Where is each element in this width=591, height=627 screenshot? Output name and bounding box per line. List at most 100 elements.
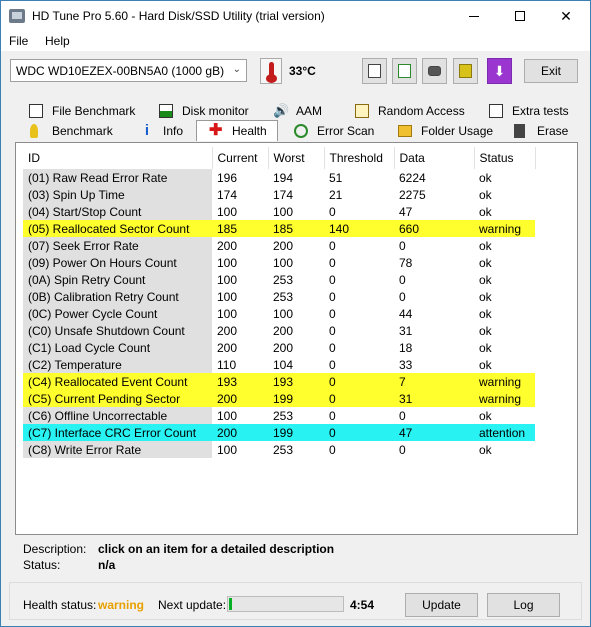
camera-icon: [428, 66, 441, 76]
cell-status: ok: [479, 204, 492, 219]
drive-select[interactable]: WDC WD10EZEX-00BN5A0 (1000 gB) ⌄: [10, 59, 247, 82]
cell-data: 33: [399, 357, 413, 372]
menu-file[interactable]: File: [9, 34, 28, 48]
table-row[interactable]: (C0) Unsafe Shutdown Count 200 200 0 31 ok: [23, 322, 535, 339]
tab-health[interactable]: ✚ Health: [196, 120, 278, 141]
copy-sheet-button[interactable]: [392, 58, 417, 84]
thermometer-icon: [260, 58, 282, 84]
table-row[interactable]: (05) Reallocated Sector Count 185 185 140 66…: [23, 220, 535, 237]
cell-status: ok: [479, 187, 492, 202]
table-row[interactable]: (03) Spin Up Time 174 174 21 2275 ok: [23, 186, 535, 203]
copy-sheet-icon: [398, 64, 411, 78]
cell-current: 100: [217, 306, 238, 321]
cell-worst: 100: [273, 306, 294, 321]
cell-worst: 104: [273, 357, 294, 372]
cell-data: 18: [399, 340, 413, 355]
app-window: HD Tune Pro 5.60 - Hard Disk/SSD Utility…: [0, 0, 591, 627]
column-header-current[interactable]: Current: [212, 147, 269, 169]
maximize-button[interactable]: [497, 1, 543, 31]
table-row[interactable]: (C5) Current Pending Sector 200 199 0 31 warn…: [23, 390, 535, 407]
cell-threshold: 0: [329, 306, 336, 321]
tab-erase[interactable]: Erase: [514, 121, 568, 141]
cell-current: 200: [212, 390, 268, 407]
tab-benchmark[interactable]: Benchmark: [30, 121, 113, 141]
table-row[interactable]: (04) Start/Stop Count 100 100 0 47 ok: [23, 203, 535, 220]
screenshot-button[interactable]: [422, 58, 447, 84]
cell-current: 193: [212, 373, 268, 390]
column-header-data[interactable]: Data: [394, 147, 475, 169]
speaker-icon: 🔊: [273, 103, 290, 118]
table-row[interactable]: (07) Seek Error Rate 200 200 0 0 ok: [23, 237, 535, 254]
cell-id: (C5) Current Pending Sector: [23, 390, 212, 407]
cell-threshold: 21: [329, 187, 343, 202]
cell-status: ok: [479, 442, 492, 457]
cell-id: (C4) Reallocated Event Count: [23, 373, 212, 390]
cell-status: ok: [479, 306, 492, 321]
cell-worst: 200: [273, 238, 294, 253]
column-header-threshold[interactable]: Threshold: [324, 147, 395, 169]
download-arrow-icon: ⬇: [493, 62, 506, 79]
minimize-button[interactable]: [451, 1, 497, 31]
tab-folder-usage[interactable]: Folder Usage: [398, 121, 493, 141]
tab-file-benchmark[interactable]: File Benchmark: [29, 101, 135, 121]
footer-group: Health status: warning Next update: 4:54…: [9, 582, 582, 620]
cell-data: 31: [399, 323, 413, 338]
cell-worst: 253: [273, 289, 294, 304]
file-benchmark-icon: [29, 104, 43, 118]
exit-button[interactable]: Exit: [524, 59, 578, 83]
close-button[interactable]: ✕: [543, 1, 589, 31]
cell-worst: 194: [273, 170, 294, 185]
trash-icon: [514, 124, 525, 138]
tab-extra-tests[interactable]: Extra tests: [489, 101, 569, 121]
tab-disk-monitor[interactable]: Disk monitor: [159, 101, 249, 121]
table-row[interactable]: (C8) Write Error Rate 100 253 0 0 ok: [23, 441, 535, 458]
table-row[interactable]: (0C) Power Cycle Count 100 100 0 44 ok: [23, 305, 535, 322]
menu-help[interactable]: Help: [45, 34, 70, 48]
description-value: click on an item for a detailed descript…: [98, 542, 335, 556]
cell-data: 2275: [399, 187, 426, 202]
cell-status: warning: [474, 373, 535, 390]
health-cross-icon: ✚: [209, 122, 223, 139]
cell-threshold: 0: [329, 323, 336, 338]
cell-data: 47: [394, 424, 474, 441]
save-button[interactable]: ⬇: [487, 58, 512, 84]
cell-current: 200: [217, 238, 238, 253]
log-button[interactable]: Log: [487, 593, 560, 617]
cell-id: (05) Reallocated Sector Count: [23, 220, 212, 237]
cell-data: 0: [399, 272, 406, 287]
cell-threshold: 0: [329, 442, 336, 457]
cell-data: 44: [399, 306, 413, 321]
options-button[interactable]: [453, 58, 478, 84]
table-row[interactable]: (C7) Interface CRC Error Count 200 199 0 47 a…: [23, 424, 535, 441]
cell-worst: 200: [273, 323, 294, 338]
cell-status: ok: [479, 357, 492, 372]
cell-id: (09) Power On Hours Count: [23, 254, 212, 271]
table-row[interactable]: (0B) Calibration Retry Count 100 253 0 0 ok: [23, 288, 535, 305]
cell-status: ok: [479, 340, 492, 355]
column-header-worst[interactable]: Worst: [268, 147, 325, 169]
tab-info[interactable]: i Info: [140, 121, 183, 141]
tab-error-scan[interactable]: Error Scan: [294, 121, 374, 141]
table-row[interactable]: (01) Raw Read Error Rate 196 194 51 6224 ok: [23, 169, 535, 186]
cell-status: ok: [479, 408, 492, 423]
cell-worst: 174: [273, 187, 294, 202]
column-header-status[interactable]: Status: [474, 147, 536, 169]
table-row[interactable]: (C6) Offline Uncorrectable 100 253 0 0 ok: [23, 407, 535, 424]
table-row[interactable]: (C4) Reallocated Event Count 193 193 0 7 warn…: [23, 373, 535, 390]
cell-id: (C7) Interface CRC Error Count: [23, 424, 212, 441]
cell-status: ok: [479, 272, 492, 287]
copy-text-button[interactable]: [362, 58, 387, 84]
next-update-progress: [227, 596, 344, 612]
cell-current: 196: [217, 170, 238, 185]
table-row[interactable]: (C1) Load Cycle Count 200 200 0 18 ok: [23, 339, 535, 356]
next-update-countdown: 4:54: [350, 598, 375, 612]
table-row[interactable]: (0A) Spin Retry Count 100 253 0 0 ok: [23, 271, 535, 288]
table-row[interactable]: (C2) Temperature 110 104 0 33 ok: [23, 356, 535, 373]
tab-aam[interactable]: 🔊 AAM: [273, 101, 322, 121]
column-header-id[interactable]: ID: [23, 147, 213, 169]
tab-random-access[interactable]: Random Access: [355, 101, 465, 121]
description-label: Description:: [23, 542, 87, 556]
table-row[interactable]: (09) Power On Hours Count 100 100 0 78 ok: [23, 254, 535, 271]
update-button[interactable]: Update: [405, 593, 478, 617]
cell-id: (C2) Temperature: [23, 356, 212, 373]
